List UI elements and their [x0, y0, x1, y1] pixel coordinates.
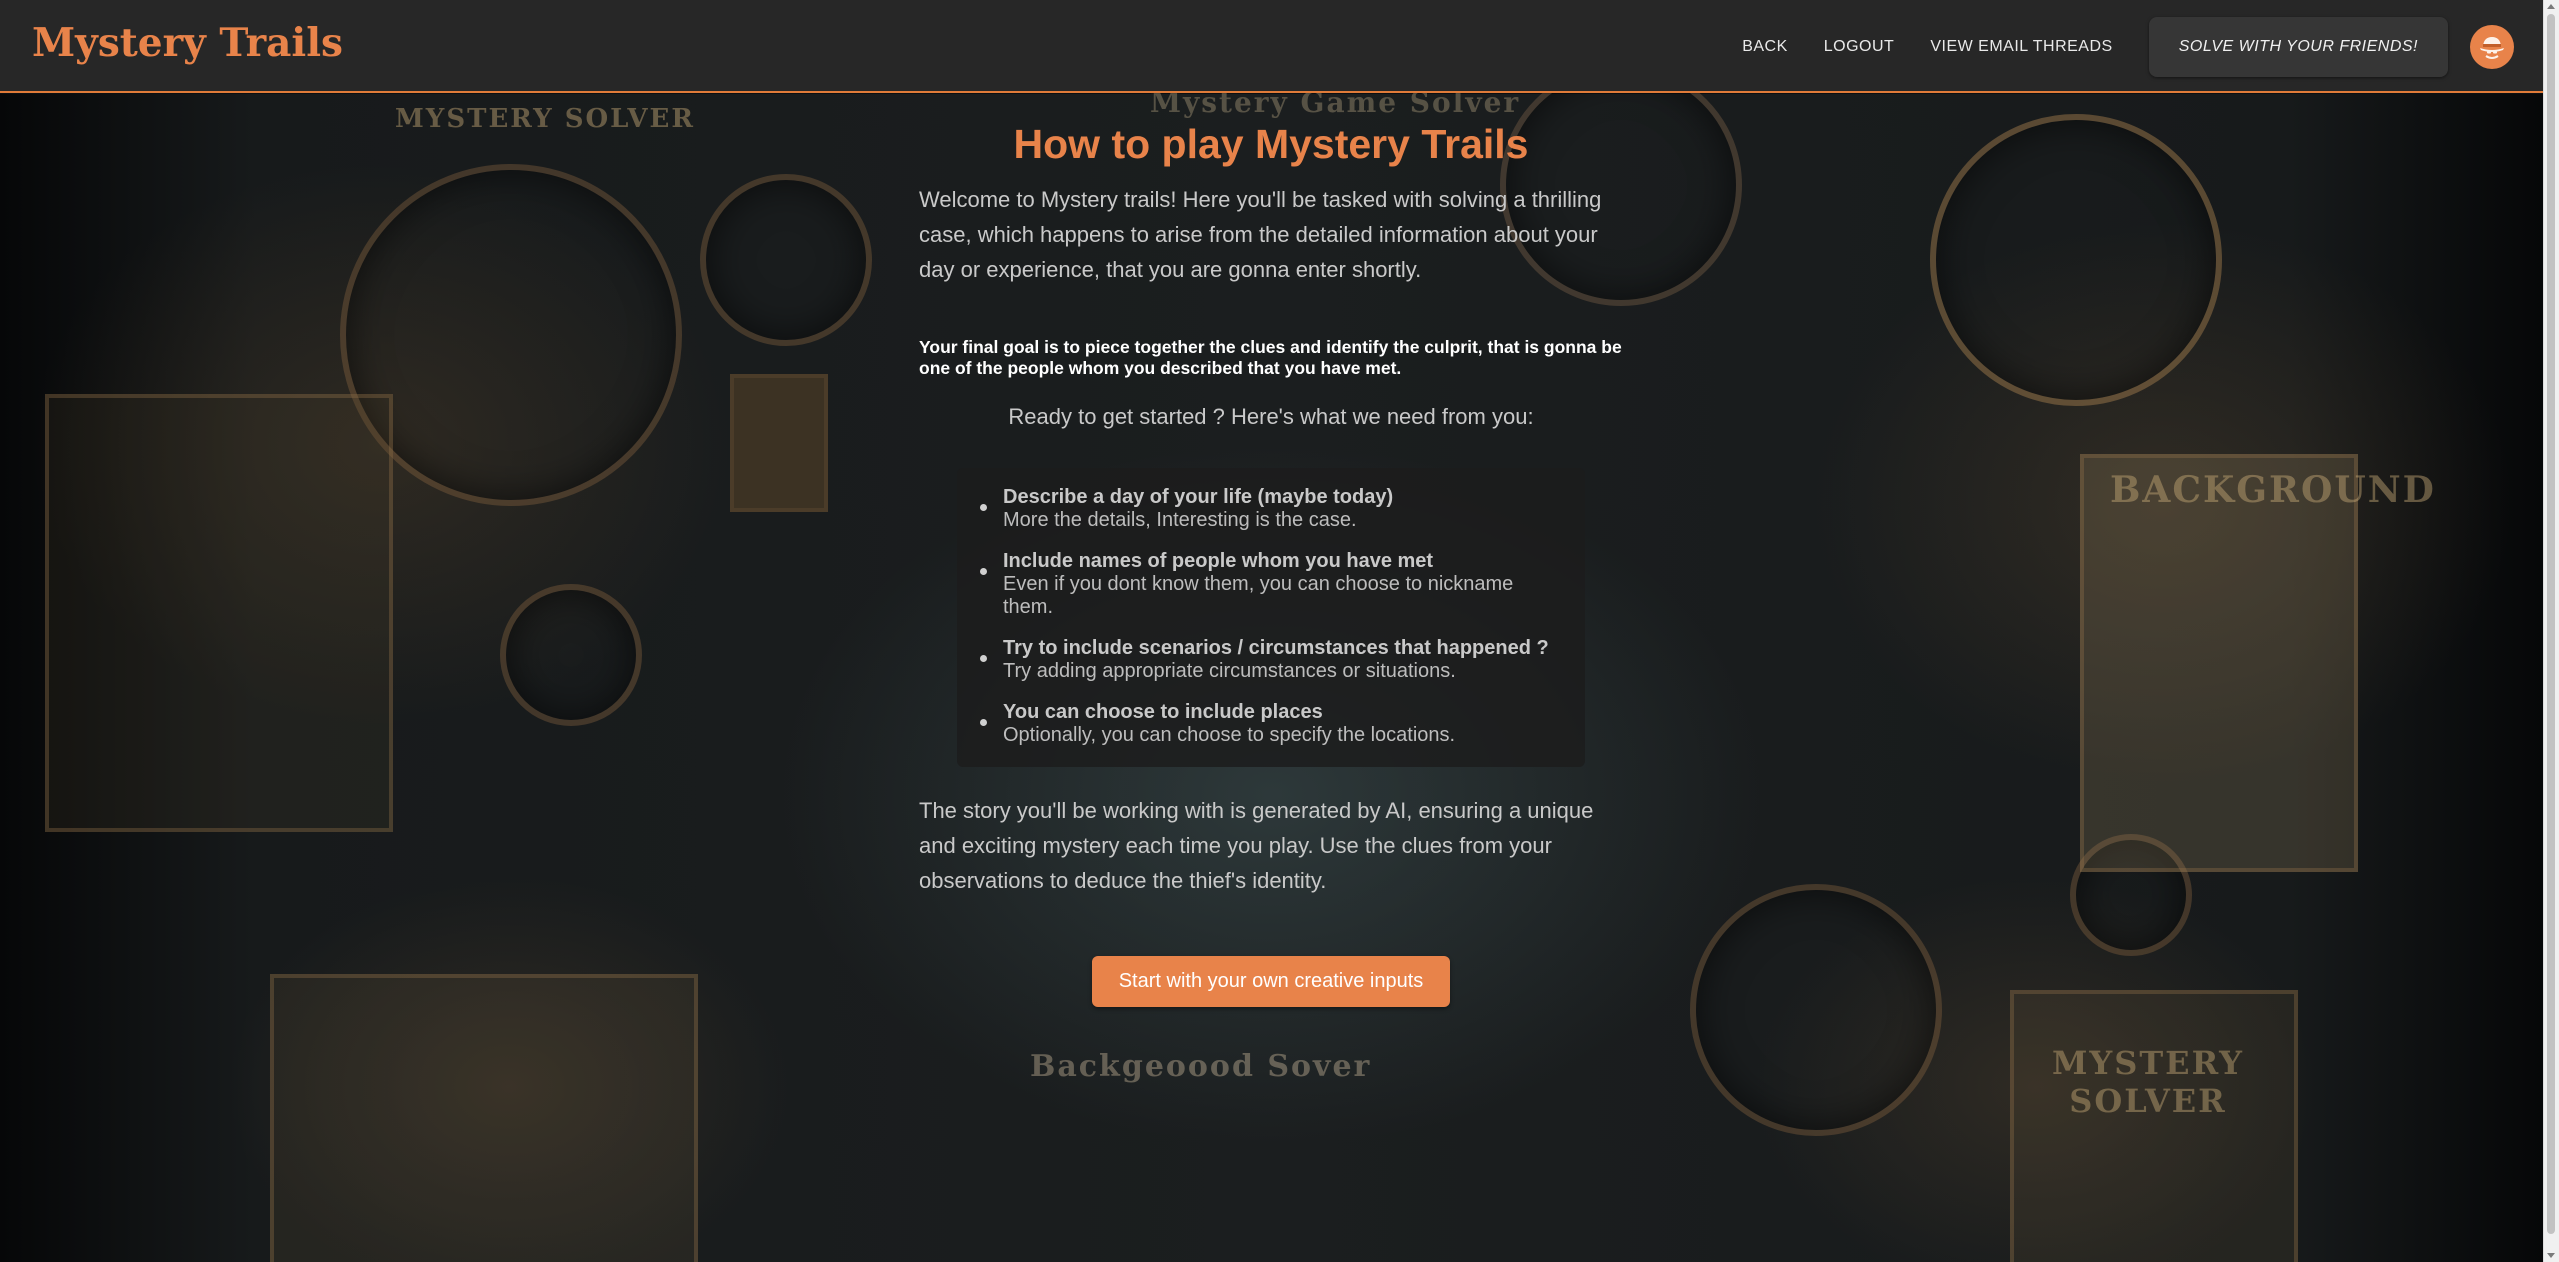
requirement-description: Try adding appropriate circumstances or … — [1003, 660, 1456, 682]
list-item: You can choose to include places Optiona… — [977, 701, 1565, 747]
how-to-play-section: How to play Mystery Trails Welcome to My… — [919, 94, 1623, 1007]
ai-story-paragraph: The story you'll be working with is gene… — [919, 798, 1594, 893]
back-link[interactable]: BACK — [1742, 38, 1788, 56]
requirements-list: Describe a day of your life (maybe today… — [957, 468, 1585, 767]
requirement-title: You can choose to include places — [1003, 701, 1323, 723]
detective-hat-icon[interactable] — [2470, 24, 2514, 69]
ready-prompt: Ready to get started ? Here's what we ne… — [1008, 404, 1534, 429]
bg-sign-4: MYSTERY SOLVER — [2051, 1044, 2245, 1120]
goal-statement: Your final goal is to piece together the… — [919, 337, 1622, 378]
brand-logo[interactable]: Mystery Trails — [32, 20, 343, 66]
requirement-title: Include names of people whom you have me… — [1003, 550, 1434, 572]
background-poster-decoration — [2080, 454, 2358, 872]
list-item: Try to include scenarios / circumstances… — [977, 637, 1565, 683]
compass-decoration — [500, 584, 642, 726]
page: MYSTERY SOLVER Mystery Game Solver BACKG… — [0, 0, 2559, 1262]
frame-decoration — [45, 394, 393, 832]
list-item: Include names of people whom you have me… — [977, 550, 1565, 619]
view-email-threads-link[interactable]: VIEW EMAIL THREADS — [1930, 38, 2112, 56]
wheel-decoration — [700, 174, 872, 346]
bg-sign-3: BACKGROUND — [2110, 469, 2436, 511]
nav-links: BACK LOGOUT VIEW EMAIL THREADS SOLVE WIT… — [1742, 0, 2544, 93]
start-creative-inputs-button[interactable]: Start with your own creative inputs — [1092, 956, 1450, 1007]
intro-paragraph: Welcome to Mystery trails! Here you'll b… — [919, 187, 1602, 282]
bg-sign-5: Backgeoood Sover — [1030, 1049, 1372, 1084]
requirement-title: Try to include scenarios / circumstances… — [1003, 637, 1549, 659]
vertical-scrollbar[interactable] — [2543, 0, 2559, 1262]
requirement-description: Even if you dont know them, you can choo… — [1003, 573, 1514, 618]
window-decoration — [730, 374, 828, 512]
pocket-watch-decoration — [1690, 884, 1942, 1136]
clock-decoration — [1930, 114, 2222, 406]
scrollbar-thumb[interactable] — [2547, 14, 2555, 1234]
scroll-down-icon[interactable] — [2547, 1253, 2555, 1258]
requirement-description: More the details, Interesting is the cas… — [1003, 509, 1357, 531]
requirement-title: Describe a day of your life (maybe today… — [1003, 486, 1394, 508]
page-title: How to play Mystery Trails — [1013, 121, 1529, 167]
requirement-description: Optionally, you can choose to specify th… — [1003, 724, 1456, 746]
map-decoration — [270, 974, 698, 1262]
logout-link[interactable]: LOGOUT — [1824, 38, 1895, 56]
bg-sign-1: MYSTERY SOLVER — [395, 104, 695, 134]
mystery-solver-board-decoration — [2010, 990, 2298, 1262]
solve-with-friends-button[interactable]: SOLVE WITH YOUR FRIENDS! — [2148, 16, 2448, 77]
list-item: Describe a day of your life (maybe today… — [977, 486, 1565, 532]
top-navbar: Mystery Trails BACK LOGOUT VIEW EMAIL TH… — [0, 0, 2544, 93]
scroll-up-icon[interactable] — [2547, 4, 2555, 9]
